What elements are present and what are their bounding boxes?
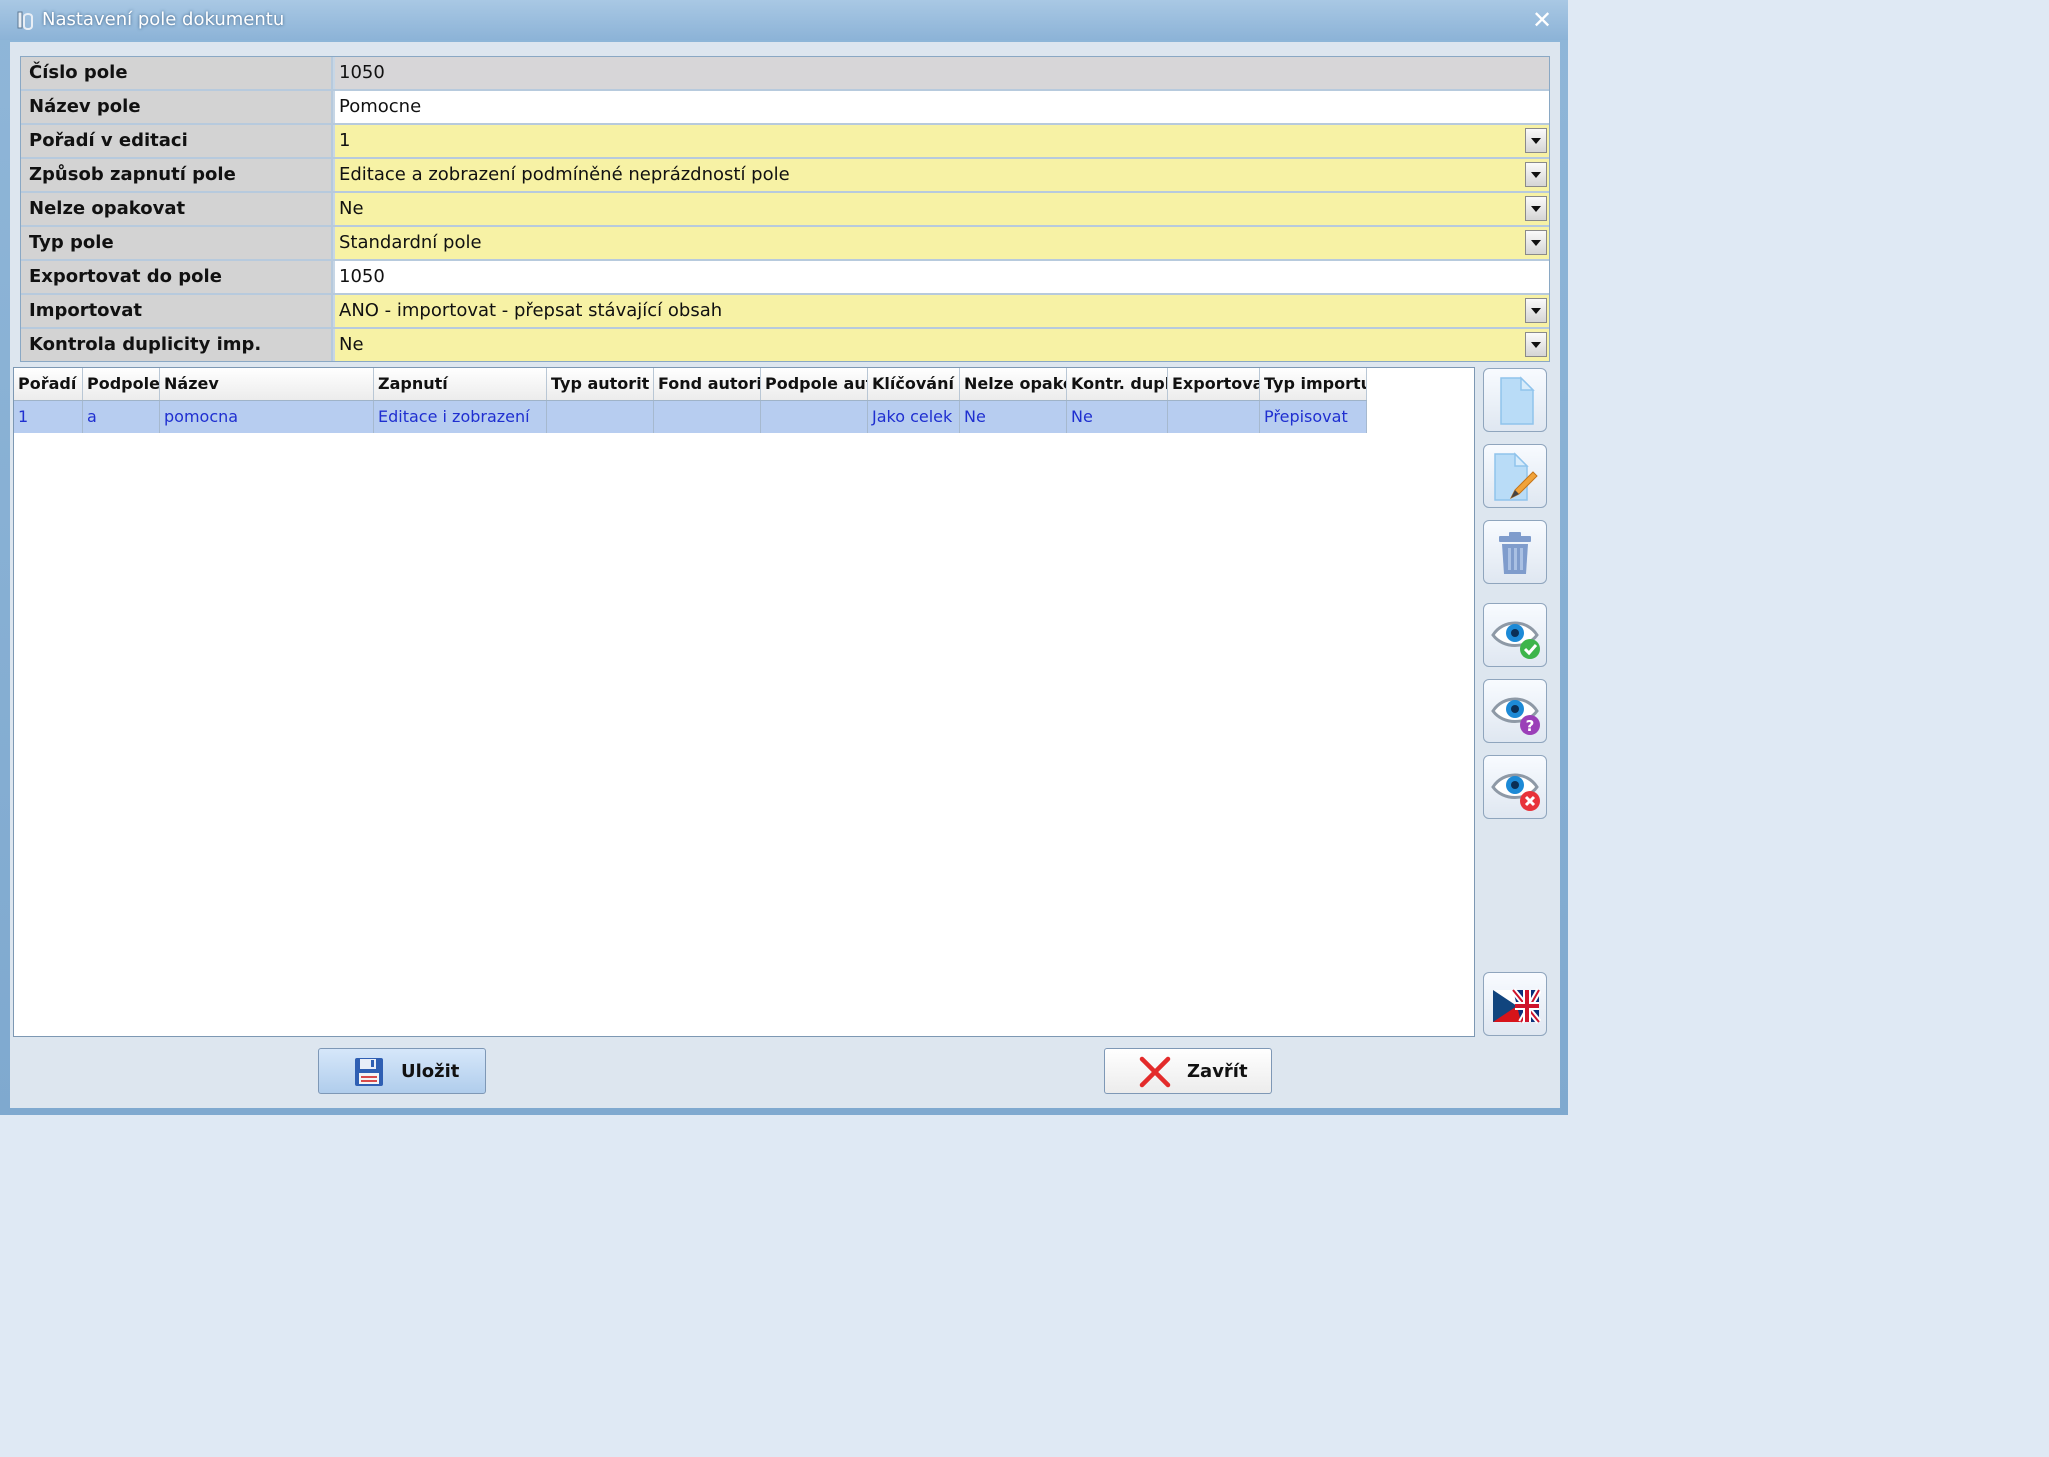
delete-subfield-button[interactable] (1483, 520, 1547, 584)
property-label: Číslo pole (21, 57, 333, 89)
close-icon (1139, 1056, 1171, 1088)
table-cell: Ne (960, 401, 1067, 433)
eye-check-icon (1491, 621, 1540, 659)
window-title: Nastavení pole dokumentu (42, 9, 285, 30)
table-cell (1168, 401, 1260, 433)
new-subfield-button[interactable] (1483, 368, 1547, 432)
grid-header: Pořadí Podpole Název Zapnutí Typ autorit… (14, 368, 1367, 401)
new-document-icon (1500, 376, 1535, 425)
field-number-input[interactable]: 1050 (335, 57, 1549, 89)
non-repeatable-select[interactable]: Ne (335, 193, 1549, 225)
property-row: Pořadí v editaci 1 (21, 125, 1549, 159)
subfields-grid[interactable]: Pořadí Podpole Název Zapnutí Typ autorit… (13, 367, 1475, 1037)
trash-icon (1499, 532, 1531, 574)
table-cell: Přepisovat (1260, 401, 1367, 433)
property-row: Název pole Pomocne (21, 91, 1549, 125)
dropdown-arrow-button[interactable] (1525, 332, 1547, 357)
property-row: Importovat ANO - importovat - přepsat st… (21, 295, 1549, 329)
import-value: ANO - importovat - přepsat stávající obs… (339, 300, 723, 321)
column-header[interactable]: Podpole aut (761, 368, 868, 400)
property-label: Exportovat do pole (21, 261, 333, 293)
property-label: Nelze opakovat (21, 193, 333, 225)
dropdown-arrow-button[interactable] (1525, 162, 1547, 187)
table-cell: a (83, 401, 160, 433)
conditional-show-button[interactable]: ? (1483, 679, 1547, 743)
edit-subfield-button[interactable] (1483, 444, 1547, 508)
export-field-input[interactable]: 1050 (335, 261, 1549, 293)
column-header[interactable]: Podpole (83, 368, 160, 400)
eye-cross-icon (1491, 773, 1540, 811)
language-button[interactable] (1483, 972, 1547, 1036)
svg-text:?: ? (1526, 717, 1535, 735)
column-header[interactable]: Pořadí (14, 368, 83, 400)
edit-document-icon (1494, 452, 1538, 501)
field-type-select[interactable]: Standardní pole (335, 227, 1549, 259)
column-header[interactable]: Kontr. dupl (1067, 368, 1168, 400)
table-cell (761, 401, 868, 433)
property-label: Importovat (21, 295, 333, 327)
table-cell: pomocna (160, 401, 374, 433)
save-button-label: Uložit (401, 1061, 460, 1082)
column-header[interactable]: Typ importu (1260, 368, 1367, 400)
column-header[interactable]: Nelze opako (960, 368, 1067, 400)
field-type-value: Standardní pole (339, 232, 482, 253)
table-cell: Ne (1067, 401, 1168, 433)
duplicity-check-select[interactable]: Ne (335, 329, 1549, 361)
dropdown-arrow-button[interactable] (1525, 128, 1547, 153)
import-select[interactable]: ANO - importovat - přepsat stávající obs… (335, 295, 1549, 327)
table-cell (547, 401, 654, 433)
edit-order-select[interactable]: 1 (335, 125, 1549, 157)
dropdown-arrow-button[interactable] (1525, 298, 1547, 323)
eye-question-icon: ? (1491, 697, 1540, 735)
property-label: Název pole (21, 91, 333, 123)
enable-mode-select[interactable]: Editace a zobrazení podmíněné neprázdnos… (335, 159, 1549, 191)
floppy-disk-icon (355, 1058, 383, 1086)
property-label: Způsob zapnutí pole (21, 159, 333, 191)
dialog-body: Číslo pole 1050 Název pole Pomocne Pořad… (10, 42, 1560, 1108)
property-row: Nelze opakovat Ne (21, 193, 1549, 227)
table-cell: 1 (14, 401, 83, 433)
enable-mode-value: Editace a zobrazení podmíněné neprázdnos… (339, 164, 790, 185)
close-button[interactable]: Zavřít (1104, 1048, 1272, 1094)
save-button[interactable]: Uložit (318, 1048, 486, 1094)
close-button-label: Zavřít (1187, 1061, 1248, 1082)
table-cell: Editace i zobrazení (374, 401, 547, 433)
property-row: Způsob zapnutí pole Editace a zobrazení … (21, 159, 1549, 193)
table-row[interactable]: 1 a pomocna Editace i zobrazení Jako cel… (14, 401, 1367, 433)
dialog-window: Nastavení pole dokumentu ✕ Číslo pole 10… (0, 0, 1568, 1115)
field-properties-table: Číslo pole 1050 Název pole Pomocne Pořad… (20, 56, 1550, 362)
duplicity-check-value: Ne (339, 334, 364, 355)
property-label: Kontrola duplicity imp. (21, 329, 333, 361)
column-header[interactable]: Název (160, 368, 374, 400)
language-flag-icon (1493, 988, 1541, 1024)
table-cell: Jako celek (868, 401, 960, 433)
property-row: Číslo pole 1050 (21, 57, 1549, 91)
column-header[interactable]: Typ autorit (547, 368, 654, 400)
column-header[interactable]: Zapnutí (374, 368, 547, 400)
show-field-button[interactable] (1483, 603, 1547, 667)
property-row: Kontrola duplicity imp. Ne (21, 329, 1549, 361)
property-label: Pořadí v editaci (21, 125, 333, 157)
field-name-input[interactable]: Pomocne (335, 91, 1549, 123)
dropdown-arrow-button[interactable] (1525, 196, 1547, 221)
property-label: Typ pole (21, 227, 333, 259)
property-row: Typ pole Standardní pole (21, 227, 1549, 261)
property-row: Exportovat do pole 1050 (21, 261, 1549, 295)
hide-field-button[interactable] (1483, 755, 1547, 819)
column-header[interactable]: Exportova (1168, 368, 1260, 400)
title-bar[interactable]: Nastavení pole dokumentu ✕ (0, 0, 1568, 40)
non-repeatable-value: Ne (339, 198, 364, 219)
app-icon (17, 11, 33, 30)
column-header[interactable]: Klíčování (868, 368, 960, 400)
close-window-button[interactable]: ✕ (1528, 6, 1556, 34)
table-cell (654, 401, 761, 433)
dropdown-arrow-button[interactable] (1525, 230, 1547, 255)
edit-order-value: 1 (339, 130, 351, 151)
column-header[interactable]: Fond autori (654, 368, 761, 400)
